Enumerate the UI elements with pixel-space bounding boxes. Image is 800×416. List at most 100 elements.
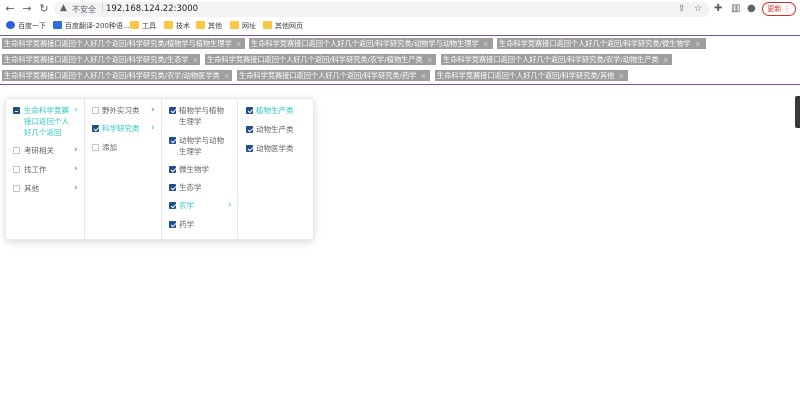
bookmarks-bar: 百度一下 百度翻译-200种语... 工具 技术 其他 网址 其他网页 [0,19,800,34]
cascader-option[interactable]: 动物学与动物生理学 [162,135,237,157]
bookmark-label: 技术 [176,22,190,30]
checkbox[interactable] [13,147,20,154]
cascader-option[interactable]: 动物医学类 [238,143,313,154]
option-label: 植物学与植物生理学 [179,106,224,126]
forward-arrow-icon[interactable]: → [21,3,33,15]
selected-tag[interactable]: 生命科学竞赛接口返回个人好几个返回/科学研究类/植物学与植物生理学 × [2,38,245,49]
bookmark-label: 网址 [242,22,256,30]
bookmark-label: 其他网页 [275,22,303,30]
checkbox-checked[interactable] [246,107,253,114]
close-icon[interactable]: × [483,39,489,49]
selected-tag[interactable]: 生命科学竞赛接口返回个人好几个返回/科学研究类/农学/动物生产类 × [441,54,672,65]
checkbox[interactable] [13,185,20,192]
cascader-menu-level4: 植物生产类 动物生产类 动物医学类 [238,99,313,239]
back-arrow-icon[interactable]: ← [4,3,16,15]
profile-icon[interactable]: ● [747,3,756,14]
url-text[interactable]: 192.168.124.22:3000 [106,4,198,14]
close-icon[interactable]: × [236,39,242,49]
selected-tag[interactable]: 生命科学竞赛接口返回个人好几个返回/科学研究类/生态学 × [2,54,200,65]
bookmark-item[interactable]: 百度翻译-200种语... [53,21,130,32]
cascader-option[interactable]: 找工作 › [6,164,84,175]
checkbox-checked[interactable] [169,221,176,228]
close-icon[interactable]: × [193,55,199,65]
close-icon[interactable]: × [427,55,433,65]
cascader-option[interactable]: 考研相关 › [6,145,84,156]
checkbox[interactable] [92,144,99,151]
bookmark-folder[interactable]: 其他 [196,21,222,32]
selected-tag[interactable]: 生命科学竞赛接口返回个人好几个返回/科学研究类/微生物学 × [497,38,706,49]
cascader-option[interactable]: 添加 [85,142,161,153]
selected-tag[interactable]: 生命科学竞赛接口返回个人好几个返回/科学研究类/农学/动物医学类 × [2,70,232,81]
extensions-icon[interactable]: ✚ [714,3,722,14]
cascader-option[interactable]: 其他 › [6,183,84,194]
tag-label: 生命科学竞赛接口返回个人好几个返回/科学研究类/植物学与植物生理学 [4,39,232,48]
cascader-option[interactable]: 植物学与植物生理学 [162,105,237,127]
folder-icon [230,21,239,29]
side-panel-handle[interactable] [795,96,800,128]
update-button[interactable]: 更新 ⋮ [762,2,796,16]
bookmark-item[interactable]: 百度一下 [6,21,46,32]
divider-top [0,35,800,36]
checkbox[interactable] [92,107,99,114]
bookmark-folder[interactable]: 技术 [164,21,190,32]
cascader-option[interactable]: 生命科学竞赛接口返回个人好几个返回 › [6,105,84,139]
checkbox-checked[interactable] [169,184,176,191]
chevron-right-icon: › [74,183,78,193]
cascader-dropdown: 生命科学竞赛接口返回个人好几个返回 › 考研相关 › 找工作 › 其他 › 野外… [5,98,314,240]
bookmark-label: 百度翻译-200种语... [65,22,130,30]
chevron-right-icon: › [151,123,155,133]
checkbox-checked[interactable] [169,202,176,209]
selected-tag[interactable]: 生命科学竞赛接口返回个人好几个返回/科学研究类/动物学与动物生理学 × [249,38,493,49]
option-label: 动物学与动物生理学 [179,136,224,156]
reload-icon[interactable]: ↻ [38,3,50,15]
address-bar[interactable]: ▲ 不安全 | 192.168.124.22:3000 ⇪ ☆ [54,2,710,17]
cascader-option[interactable]: 生态学 [162,182,237,193]
bookmark-folder[interactable]: 网址 [230,21,256,32]
option-label: 动物生产类 [256,125,294,134]
cascader-option[interactable]: 野外实习类 › [85,105,161,116]
cascader-option[interactable]: 药学 [162,219,237,230]
checkbox-checked[interactable] [92,125,99,132]
checkbox-checked[interactable] [246,126,253,133]
chevron-right-icon: › [74,145,78,155]
close-icon[interactable]: × [695,39,701,49]
cascader-option[interactable]: 农学 › [162,200,237,211]
option-label: 动物医学类 [256,144,294,153]
cascader-option[interactable]: 动物生产类 [238,124,313,135]
star-icon[interactable]: ☆ [694,4,702,14]
chevron-right-icon: › [151,105,155,115]
checkbox-checked[interactable] [169,137,176,144]
checkbox-checked[interactable] [169,107,176,114]
tag-label: 生命科学竞赛接口返回个人好几个返回/科学研究类/微生物学 [499,39,691,48]
option-label: 药学 [179,220,194,229]
warning-icon[interactable]: ▲ [60,3,67,13]
cascader-option[interactable]: 微生物学 [162,164,237,175]
sidepanel-icon[interactable]: ▥ [731,3,740,14]
selected-tag[interactable]: 生命科学竞赛接口返回个人好几个返回/科学研究类/其他 × [435,70,628,81]
tag-label: 生命科学竞赛接口返回个人好几个返回/科学研究类/其他 [437,71,615,80]
selected-tag[interactable]: 生命科学竞赛接口返回个人好几个返回/科学研究类/药学 × [237,70,430,81]
bookmark-folder[interactable]: 工具 [130,21,156,32]
checkbox[interactable] [13,166,20,173]
chevron-right-icon: › [228,200,232,210]
selected-tag[interactable]: 生命科学竞赛接口返回个人好几个返回/科学研究类/农学/植物生产类 × [205,54,436,65]
tag-label: 生命科学竞赛接口返回个人好几个返回/科学研究类/生态学 [4,55,189,64]
option-label: 其他 [24,184,39,193]
checkbox-indeterminate[interactable] [13,107,20,114]
bookmark-folder[interactable]: 其他网页 [263,21,303,32]
cascader-option[interactable]: 植物生产类 [238,105,313,116]
share-icon[interactable]: ⇪ [678,4,686,14]
bookmark-label: 百度一下 [18,22,46,30]
folder-icon [263,21,272,29]
checkbox-checked[interactable] [169,166,176,173]
cascader-option[interactable]: 科学研究类 › [85,123,161,134]
close-icon[interactable]: × [663,55,669,65]
browser-toolbar: ← → ↻ ▲ 不安全 | 192.168.124.22:3000 ⇪ ☆ ✚ … [0,0,800,19]
checkbox-checked[interactable] [246,145,253,152]
close-icon[interactable]: × [224,71,230,81]
close-icon[interactable]: × [420,71,426,81]
tag-label: 生命科学竞赛接口返回个人好几个返回/科学研究类/动物学与动物生理学 [251,39,479,48]
tag-label: 生命科学竞赛接口返回个人好几个返回/科学研究类/农学/植物生产类 [207,55,423,64]
close-icon[interactable]: × [618,71,624,81]
option-label: 微生物学 [179,165,209,174]
